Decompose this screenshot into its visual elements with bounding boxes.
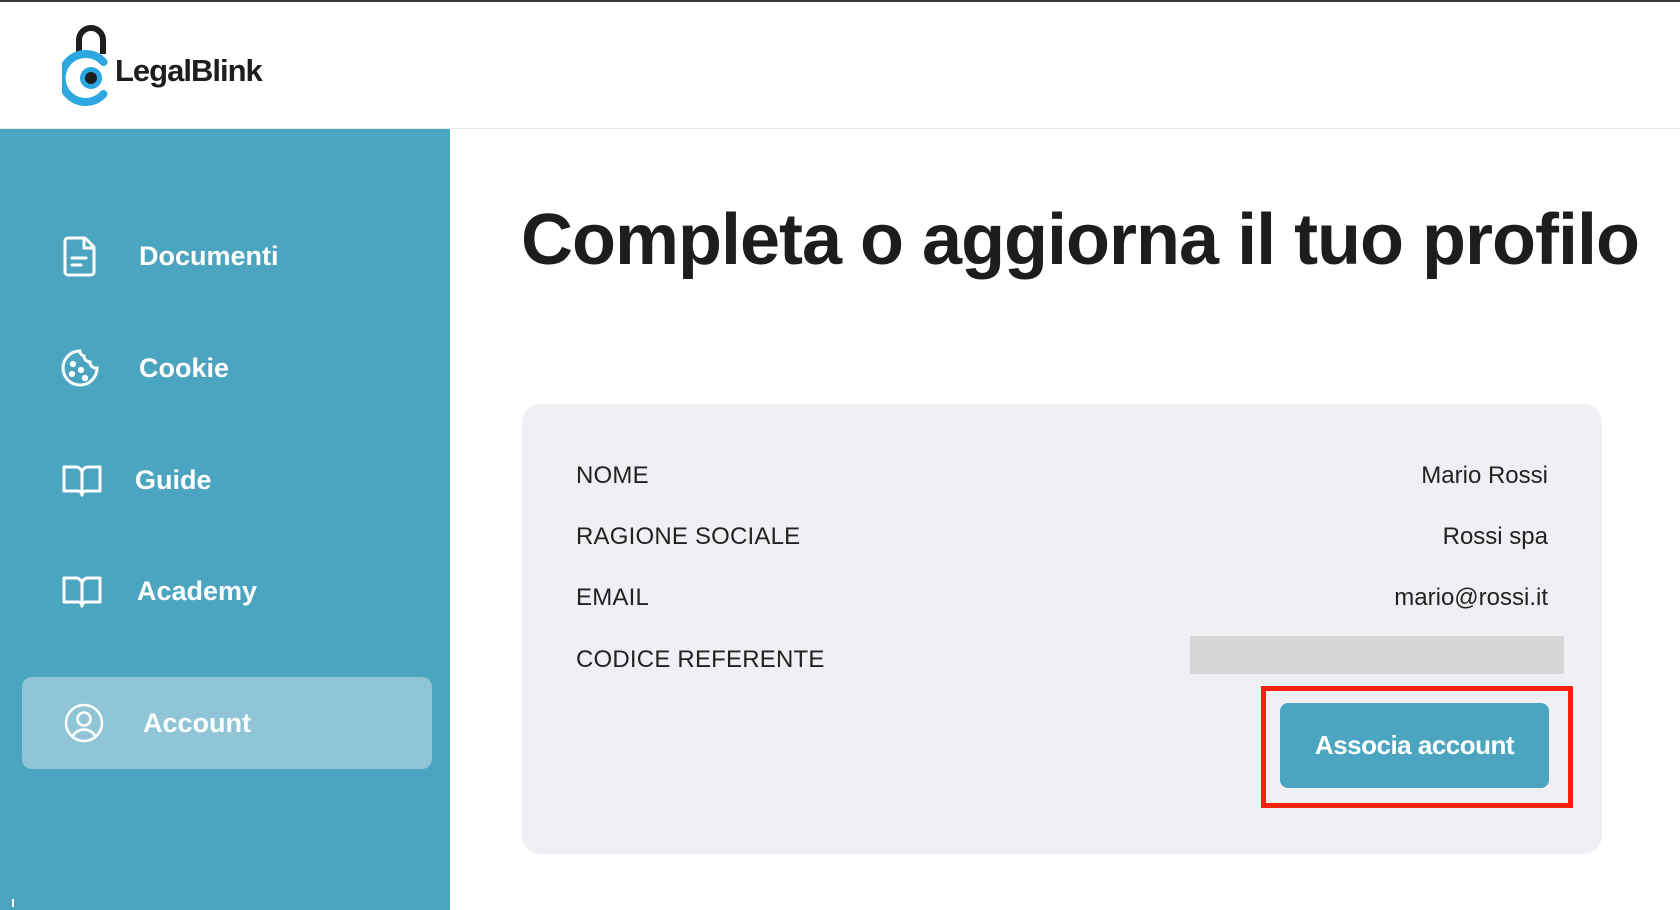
sidebar-item-label: Account bbox=[143, 708, 251, 738]
field-row-codice-referente: CODICE REFERENTE bbox=[576, 636, 1564, 682]
codice-referente-input[interactable] bbox=[1190, 636, 1564, 674]
book-icon bbox=[60, 458, 104, 502]
book-icon bbox=[60, 569, 104, 613]
sidebar-item-account[interactable]: Account bbox=[22, 677, 432, 769]
app-header: LegalBlink bbox=[0, 2, 1680, 129]
lock-logo-icon bbox=[62, 25, 108, 106]
field-label: CODICE REFERENTE bbox=[576, 646, 825, 673]
sidebar-item-label: Academy bbox=[137, 576, 258, 606]
field-row-email: EMAIL mario@rossi.it bbox=[576, 580, 1548, 620]
field-row-nome: NOME Mario Rossi bbox=[576, 458, 1548, 498]
sidebar-item-guide[interactable]: Guide bbox=[22, 434, 432, 526]
sidebar: Documenti Cookie Guide Academy Account bbox=[0, 129, 450, 910]
sidebar-item-label: Documenti bbox=[139, 241, 279, 271]
page-title: Completa o aggiorna il tuo profilo bbox=[521, 200, 1640, 280]
field-value: Mario Rossi bbox=[1421, 462, 1548, 489]
scroll-tick bbox=[12, 899, 14, 907]
logo-text: LegalBlink bbox=[115, 52, 263, 88]
associa-account-button[interactable]: Associa account bbox=[1280, 703, 1549, 788]
field-row-ragione-sociale: RAGIONE SOCIALE Rossi spa bbox=[576, 519, 1548, 559]
document-icon bbox=[58, 234, 102, 278]
sidebar-item-label: Cookie bbox=[139, 353, 230, 383]
sidebar-item-academy[interactable]: Academy bbox=[22, 545, 432, 637]
sidebar-item-cookie[interactable]: Cookie bbox=[22, 322, 432, 414]
cookie-icon bbox=[58, 346, 102, 390]
field-label: RAGIONE SOCIALE bbox=[576, 523, 801, 550]
field-value: mario@rossi.it bbox=[1394, 584, 1548, 611]
logo[interactable]: LegalBlink bbox=[62, 24, 263, 109]
sidebar-item-label: Guide bbox=[135, 465, 212, 495]
field-label: EMAIL bbox=[576, 584, 650, 611]
field-value: Rossi spa bbox=[1442, 523, 1548, 550]
field-label: NOME bbox=[576, 462, 649, 489]
user-circle-icon bbox=[62, 701, 106, 745]
sidebar-item-documenti[interactable]: Documenti bbox=[22, 210, 432, 302]
